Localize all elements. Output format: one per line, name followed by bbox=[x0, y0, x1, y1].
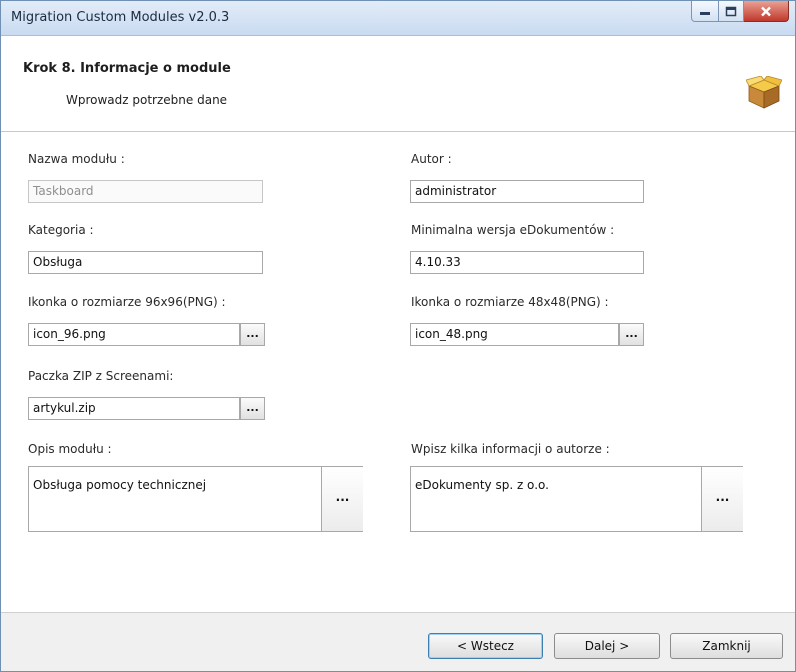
maximize-button[interactable] bbox=[719, 1, 744, 22]
form-area: Nazwa modułu : Taskboard Autor : adminis… bbox=[1, 132, 795, 612]
min-version-field[interactable]: 4.10.33 bbox=[410, 251, 644, 274]
wizard-footer: < Wstecz Dalej > Zamknij bbox=[1, 612, 795, 671]
package-box-icon bbox=[746, 76, 782, 109]
icon96-field[interactable]: icon_96.png bbox=[28, 323, 240, 346]
icon48-browse-button[interactable]: ... bbox=[619, 323, 644, 346]
icon48-field[interactable]: icon_48.png bbox=[410, 323, 619, 346]
icon48-label: Ikonka o rozmiarze 48x48(PNG) : bbox=[411, 295, 609, 309]
author-info-field[interactable]: eDokumenty sp. z o.o. ... bbox=[410, 466, 743, 532]
category-field[interactable]: Obsługa bbox=[28, 251, 263, 274]
maximize-icon bbox=[725, 6, 737, 16]
author-info-label: Wpisz kilka informacji o autorze : bbox=[411, 442, 610, 456]
description-text: Obsługa pomocy technicznej bbox=[33, 478, 207, 492]
icon96-browse-button[interactable]: ... bbox=[240, 323, 265, 346]
minimize-icon bbox=[700, 12, 710, 15]
zip-label: Paczka ZIP z Screenami: bbox=[28, 369, 174, 383]
wizard-window: Migration Custom Modules v2.0.3 Krok 8. … bbox=[0, 0, 796, 672]
next-button[interactable]: Dalej > bbox=[554, 633, 660, 659]
wizard-header: Krok 8. Informacje o module Wprowadz pot… bbox=[1, 36, 795, 132]
step-title: Krok 8. Informacje o module bbox=[23, 61, 231, 76]
minimize-button[interactable] bbox=[691, 1, 719, 22]
author-label: Autor : bbox=[411, 152, 452, 166]
min-version-label: Minimalna wersja eDokumentów : bbox=[411, 223, 615, 237]
close-window-button[interactable] bbox=[744, 1, 789, 22]
back-button[interactable]: < Wstecz bbox=[428, 633, 543, 659]
module-name-label: Nazwa modułu : bbox=[28, 152, 125, 166]
zip-field[interactable]: artykul.zip bbox=[28, 397, 240, 420]
window-title: Migration Custom Modules v2.0.3 bbox=[11, 10, 230, 25]
category-label: Kategoria : bbox=[28, 223, 94, 237]
description-field[interactable]: Obsługa pomocy technicznej ... bbox=[28, 466, 363, 532]
author-info-text: eDokumenty sp. z o.o. bbox=[415, 478, 549, 492]
step-subtitle: Wprowadz potrzebne dane bbox=[66, 93, 228, 107]
icon96-label: Ikonka o rozmiarze 96x96(PNG) : bbox=[28, 295, 226, 309]
title-bar[interactable]: Migration Custom Modules v2.0.3 bbox=[1, 1, 795, 36]
close-icon bbox=[761, 6, 771, 16]
zip-browse-button[interactable]: ... bbox=[240, 397, 265, 420]
description-edit-button[interactable]: ... bbox=[321, 467, 363, 531]
author-info-edit-button[interactable]: ... bbox=[701, 467, 743, 531]
module-name-field[interactable]: Taskboard bbox=[28, 180, 263, 203]
window-controls bbox=[691, 1, 789, 23]
close-button[interactable]: Zamknij bbox=[670, 633, 783, 659]
author-field[interactable]: administrator bbox=[410, 180, 644, 203]
description-label: Opis modułu : bbox=[28, 442, 112, 456]
